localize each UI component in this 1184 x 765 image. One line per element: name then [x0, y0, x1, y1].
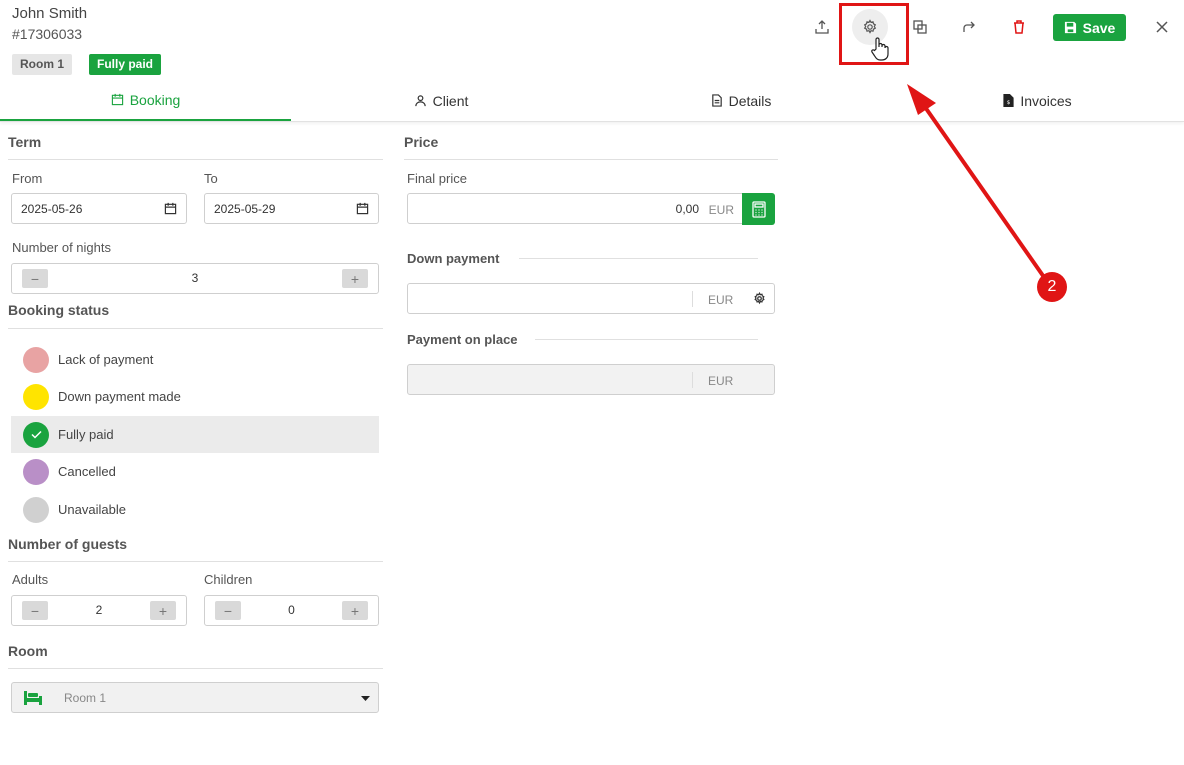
step-badge: 2 — [1037, 272, 1067, 302]
annotation-arrow — [907, 84, 1048, 282]
